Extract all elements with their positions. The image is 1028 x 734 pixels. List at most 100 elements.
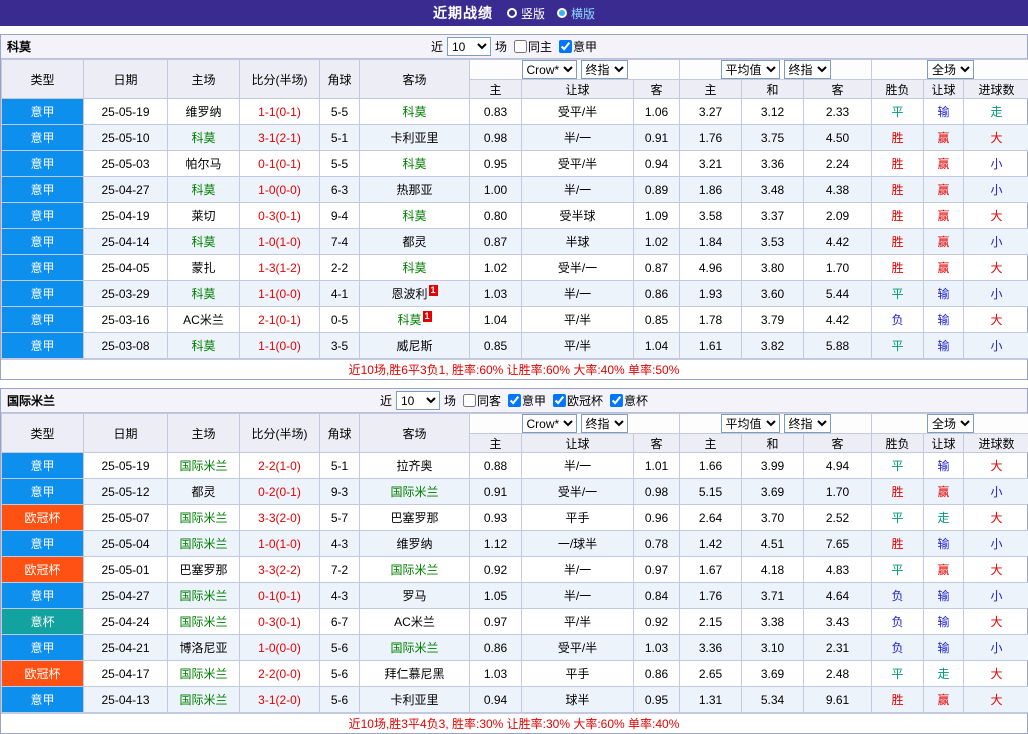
- odds-cell: 5.15: [680, 479, 742, 505]
- odds-cell: 3.12: [742, 99, 804, 125]
- result-cell: 小: [964, 635, 1028, 661]
- checkbox-label: 同客: [477, 392, 501, 409]
- odds-cell: 1.05: [470, 583, 522, 609]
- date-cell: 25-05-10: [84, 125, 168, 151]
- radio-icon[interactable]: [557, 8, 567, 18]
- result-cell: 平: [872, 453, 924, 479]
- home-team-cell: 帕尔马: [168, 151, 240, 177]
- odds-cell: 2.31: [804, 635, 872, 661]
- odds-cell: 0.92: [634, 609, 680, 635]
- result-cell: 小: [964, 229, 1028, 255]
- result-cell: 赢: [924, 125, 964, 151]
- odds-cell: 0.96: [634, 505, 680, 531]
- checkbox-input[interactable]: [553, 394, 566, 407]
- match-row: 意甲25-04-27科莫1-0(0-0)6-3热那亚1.00半/一0.891.8…: [2, 177, 1028, 203]
- result-cell: 大: [964, 255, 1028, 281]
- odds-cell: 3.37: [742, 203, 804, 229]
- away-team-cell: 科莫: [360, 203, 470, 229]
- odds-cell: 0.97: [634, 557, 680, 583]
- odds-cell: 4.42: [804, 307, 872, 333]
- odds-source-select[interactable]: 平均值: [721, 414, 780, 433]
- section-header-bar: 科莫近10场同主意甲: [1, 35, 1027, 59]
- view-option[interactable]: 竖版: [507, 5, 545, 22]
- odds-cell: 平手: [522, 661, 634, 687]
- column-header: 让球: [522, 434, 634, 453]
- filter-checkbox[interactable]: 同客: [458, 392, 501, 409]
- corners-cell: 5-5: [320, 151, 360, 177]
- checkbox-input[interactable]: [463, 394, 476, 407]
- odds-cell: 3.36: [742, 151, 804, 177]
- odds-source-select[interactable]: 全场: [927, 414, 974, 433]
- match-count-select[interactable]: 10: [396, 391, 440, 410]
- match-count-select[interactable]: 10: [447, 37, 491, 56]
- odds-source-select[interactable]: 终指: [784, 414, 831, 433]
- team-link: 科莫: [191, 131, 215, 145]
- score-cell: 0-3(0-1): [240, 203, 320, 229]
- column-header: 客: [634, 80, 680, 99]
- column-header: 客场: [360, 414, 470, 453]
- odds-cell: 0.84: [634, 583, 680, 609]
- score-cell: 0-1(0-1): [240, 583, 320, 609]
- away-team-cell: 热那亚: [360, 177, 470, 203]
- corners-cell: 3-5: [320, 333, 360, 359]
- date-cell: 25-04-14: [84, 229, 168, 255]
- team-link: 都灵: [402, 235, 426, 249]
- checkbox-input[interactable]: [514, 40, 527, 53]
- result-cell: 大: [964, 125, 1028, 151]
- odds-cell: 半/一: [522, 453, 634, 479]
- view-label: 横版: [571, 5, 595, 22]
- team-link: 科莫: [191, 287, 215, 301]
- odds-cell: 1.78: [680, 307, 742, 333]
- away-team-cell: 威尼斯: [360, 333, 470, 359]
- match-row: 意甲25-03-29科莫1-1(0-0)4-1恩波利11.03半/一0.861.…: [2, 281, 1028, 307]
- odds-source-select[interactable]: 终指: [581, 60, 628, 79]
- away-team-cell: 国际米兰: [360, 557, 470, 583]
- odds-source-select[interactable]: 全场: [927, 60, 974, 79]
- team-link: 国际米兰: [179, 589, 227, 603]
- summary-line: 近10场,胜6平3负1, 胜率:60% 让胜率:60% 大率:40% 单率:50…: [1, 359, 1027, 379]
- odds-source-select[interactable]: 终指: [784, 60, 831, 79]
- home-team-cell: 科莫: [168, 229, 240, 255]
- match-row: 意杯25-04-24国际米兰0-3(0-1)6-7AC米兰0.97平/半0.92…: [2, 609, 1028, 635]
- odds-source-select[interactable]: Crow*: [522, 60, 577, 79]
- column-header: 客: [804, 434, 872, 453]
- filter-checkbox[interactable]: 意甲: [503, 392, 546, 409]
- filter-checkbox[interactable]: 意甲: [554, 38, 597, 55]
- checkbox-input[interactable]: [508, 394, 521, 407]
- team-link: 拜仁慕尼黑: [384, 667, 444, 681]
- filter-games-label: 场: [444, 392, 456, 409]
- match-row: 意甲25-04-13国际米兰3-1(2-0)5-6卡利亚里0.94球半0.951…: [2, 687, 1028, 713]
- odds-cell: 4.18: [742, 557, 804, 583]
- date-cell: 25-04-21: [84, 635, 168, 661]
- away-team-cell: 科莫: [360, 151, 470, 177]
- league-cell: 意甲: [2, 479, 84, 505]
- radio-icon[interactable]: [507, 8, 517, 18]
- odds-source-select[interactable]: 终指: [581, 414, 628, 433]
- checkbox-input[interactable]: [610, 394, 623, 407]
- result-cell: 胜: [872, 229, 924, 255]
- filter-checkbox[interactable]: 欧冠杯: [548, 392, 603, 409]
- odds-cell: 0.98: [470, 125, 522, 151]
- odds-cell: 1.01: [634, 453, 680, 479]
- odds-source-select[interactable]: Crow*: [522, 414, 577, 433]
- filter-checkbox[interactable]: 同主: [509, 38, 552, 55]
- odds-source-select[interactable]: 平均值: [721, 60, 780, 79]
- league-cell: 意甲: [2, 635, 84, 661]
- match-row: 意甲25-05-19维罗纳1-1(0-1)5-5科莫0.83受平/半1.063.…: [2, 99, 1028, 125]
- team-link: AC米兰: [394, 615, 435, 629]
- away-team-cell: 科莫: [360, 255, 470, 281]
- team-link: 科莫: [402, 209, 426, 223]
- filter-near-label: 近: [431, 38, 443, 55]
- league-cell: 意甲: [2, 99, 84, 125]
- odds-cell: 1.03: [634, 635, 680, 661]
- result-cell: 大: [964, 661, 1028, 687]
- filter-checkbox[interactable]: 意杯: [605, 392, 648, 409]
- odds-cell: 3.58: [680, 203, 742, 229]
- view-option[interactable]: 横版: [557, 5, 595, 22]
- odds-cell: 1.66: [680, 453, 742, 479]
- home-team-cell: 莱切: [168, 203, 240, 229]
- column-header: 主: [470, 434, 522, 453]
- checkbox-input[interactable]: [559, 40, 572, 53]
- away-team-cell: AC米兰: [360, 609, 470, 635]
- date-cell: 25-05-19: [84, 99, 168, 125]
